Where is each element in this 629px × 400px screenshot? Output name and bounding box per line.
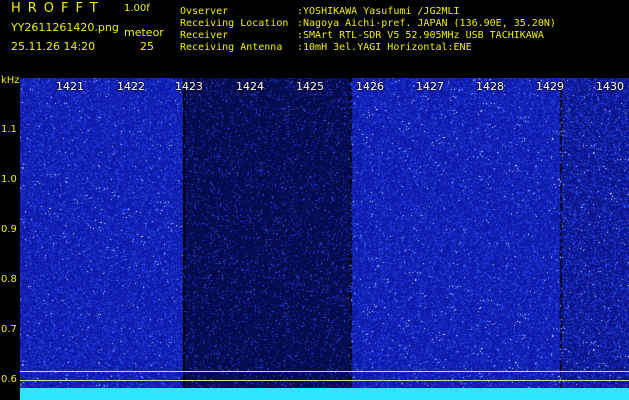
station-value: :10mH 3el.YAGI Horizontal:ENE: [297, 42, 472, 53]
detection-label: meteor: [124, 26, 164, 39]
y-tick-label: 1.1: [1, 124, 17, 135]
station-label: Receiving Location: [180, 18, 289, 29]
station-label: Receiving Antenna: [180, 42, 283, 53]
station-observer: Ovserver :YOSHIKAWA Yasufumi /JG2MLI: [180, 6, 460, 17]
station-value: :SMArt RTL-SDR V5 52.905MHz USB TACHIKAW…: [297, 30, 544, 41]
x-tick-label: 1424: [236, 80, 264, 93]
y-tick-label: 0.7: [1, 324, 17, 335]
x-tick-label: 1425: [296, 80, 324, 93]
noise-floor-band: [20, 388, 629, 400]
axis-unit: kHz: [1, 75, 20, 86]
app-title: HROFFT: [11, 1, 105, 16]
x-tick-label: 1426: [356, 80, 384, 93]
file-name: YY2611261420.png: [11, 21, 119, 34]
station-receiver: Receiver :SMArt RTL-SDR V5 52.905MHz USB…: [180, 30, 544, 41]
station-location: Receiving Location :Nagoya Aichi-pref. J…: [180, 18, 556, 29]
app-version: 1.00f: [124, 3, 150, 14]
x-tick-label: 1421: [56, 80, 84, 93]
y-tick-label: 0.6: [1, 374, 17, 385]
detection-count: 25: [140, 40, 154, 53]
x-tick-label: 1429: [536, 80, 564, 93]
x-tick-label: 1427: [416, 80, 444, 93]
x-tick-label: 1428: [476, 80, 504, 93]
header-panel: HROFFT 1.00f YY2611261420.png meteor 25.…: [0, 0, 629, 78]
reference-line-lower: [20, 380, 629, 381]
y-tick-label: 0.8: [1, 274, 17, 285]
station-label: Receiver: [180, 30, 229, 41]
y-tick-label: 1.0: [1, 174, 17, 185]
x-tick-label: 1422: [117, 80, 145, 93]
station-value: :Nagoya Aichi-pref. JAPAN (136.90E, 35.2…: [297, 18, 556, 29]
station-antenna: Receiving Antenna :10mH 3el.YAGI Horizon…: [180, 42, 472, 53]
reference-line-upper: [20, 371, 629, 372]
x-tick-label: 1430: [596, 80, 624, 93]
x-tick-label: 1423: [175, 80, 203, 93]
frequency-axis: kHz 1.1 1.0 0.9 0.8 0.7 0.6: [0, 75, 20, 400]
station-value: :YOSHIKAWA Yasufumi /JG2MLI: [297, 6, 460, 17]
y-tick-label: 0.9: [1, 224, 17, 235]
timestamp: 25.11.26 14:20: [11, 40, 96, 53]
spectrogram: [20, 78, 629, 400]
station-label: Ovserver: [180, 6, 229, 17]
